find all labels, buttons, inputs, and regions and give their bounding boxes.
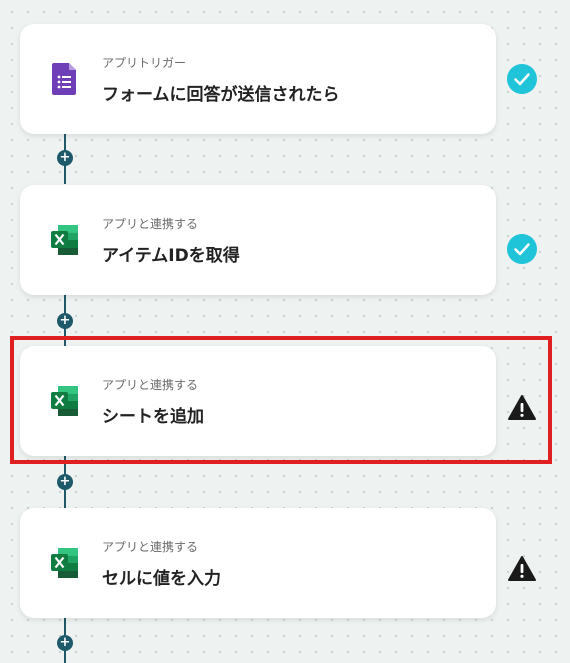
step-type-label: アプリトリガー <box>102 56 187 70</box>
step-type-label: アプリと連携する <box>102 540 199 554</box>
step-title: フォームに回答が送信されたら <box>102 85 340 105</box>
flow-step-card[interactable]: アプリと連携する セルに値を入力 <box>20 508 496 618</box>
check-icon <box>507 64 537 94</box>
step-title: アイテムIDを取得 <box>102 246 240 266</box>
step-title: シートを追加 <box>102 407 204 427</box>
excel-icon <box>51 225 78 255</box>
step-type-label: アプリと連携する <box>102 217 199 231</box>
warning-icon <box>508 395 536 420</box>
check-icon <box>507 234 537 264</box>
warning-icon <box>508 556 536 581</box>
step-type-label: アプリと連携する <box>102 378 199 392</box>
add-step-button[interactable]: + <box>57 150 73 166</box>
flow-step-card[interactable]: アプリトリガー フォームに回答が送信されたら <box>20 24 496 134</box>
add-step-button[interactable]: + <box>57 635 73 651</box>
add-step-button[interactable]: + <box>57 474 73 490</box>
google-forms-icon <box>52 63 76 95</box>
add-step-button[interactable]: + <box>57 313 73 329</box>
flow-step-card[interactable]: アプリと連携する アイテムIDを取得 <box>20 185 496 295</box>
excel-icon <box>51 548 78 578</box>
excel-icon <box>51 386 78 416</box>
flow-step-card[interactable]: アプリと連携する シートを追加 <box>20 346 496 456</box>
step-title: セルに値を入力 <box>102 569 221 589</box>
